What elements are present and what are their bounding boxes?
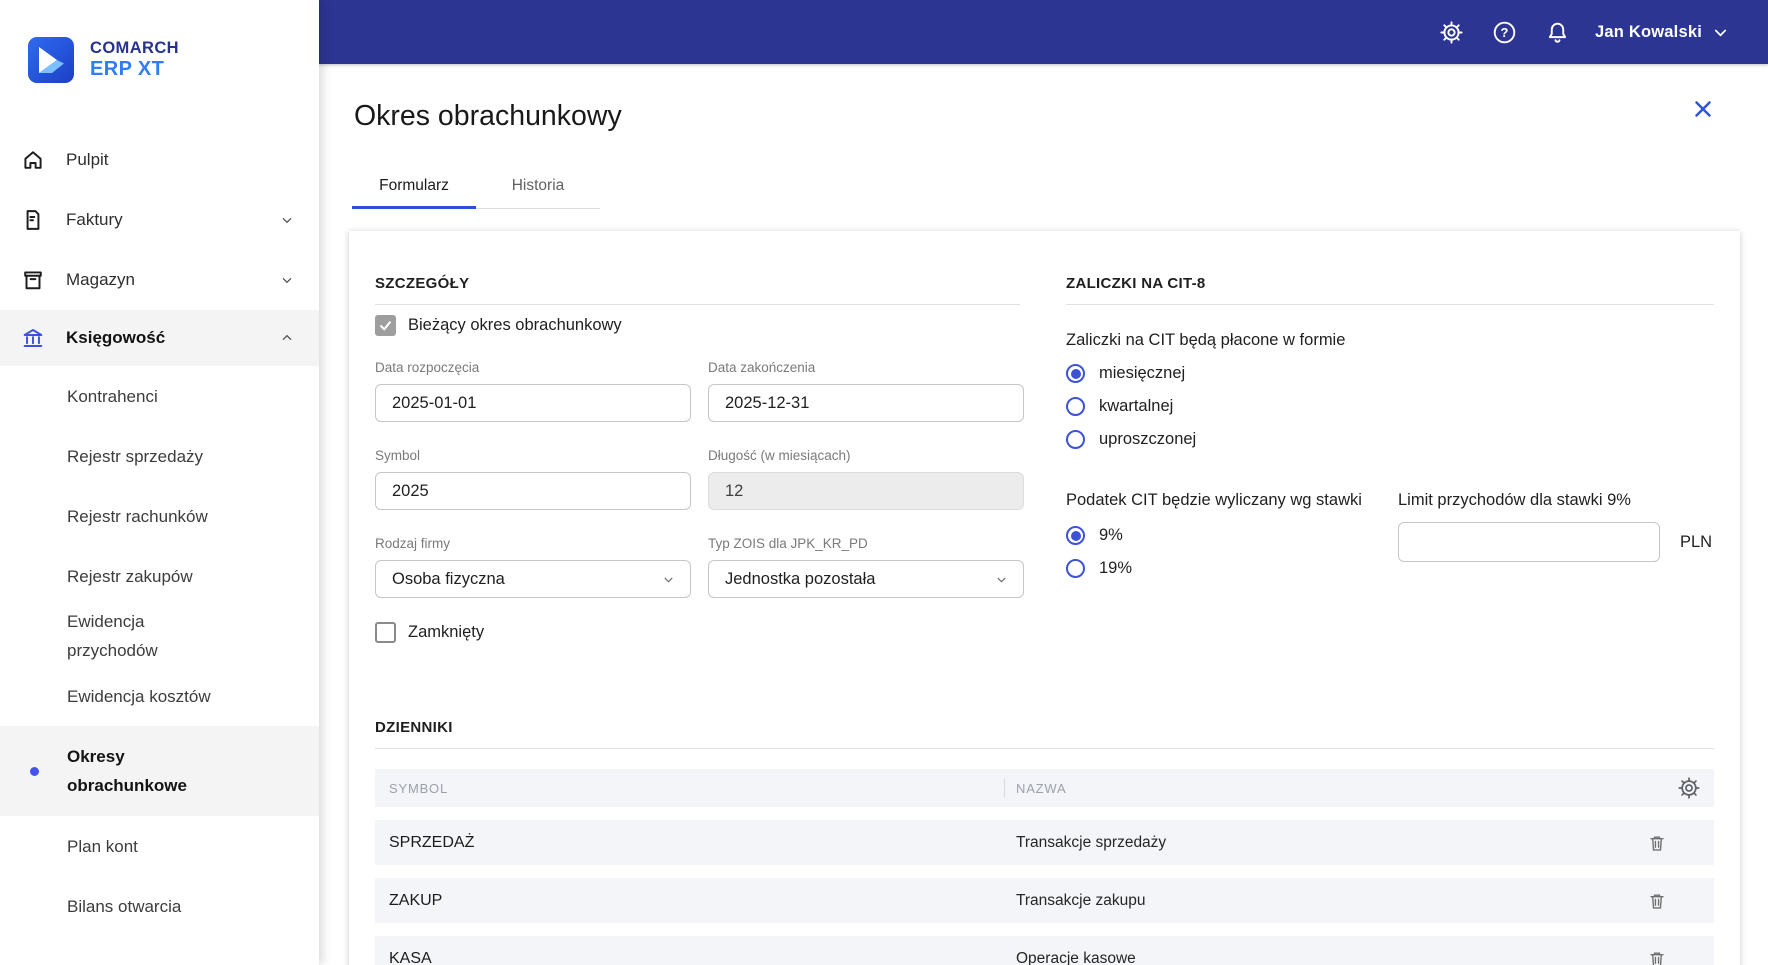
limit-label: Limit przychodów dla stawki 9% — [1398, 491, 1631, 509]
current-period-checkbox[interactable] — [375, 315, 396, 336]
length-label: Długość (w miesiącach) — [708, 448, 851, 463]
column-divider — [1004, 778, 1005, 798]
sidebar-item-label: Pulpit — [66, 150, 109, 169]
topbar: ? Jan Kowalski — [319, 0, 1768, 64]
tabstrip: Formularz Historia — [352, 168, 600, 209]
sidebar-item-rejestr-sprzedazy[interactable]: Rejestr sprzedaży — [0, 426, 319, 486]
sidebar-item-label: Magazyn — [66, 270, 135, 289]
sidebar-item-magazyn[interactable]: Magazyn — [0, 250, 319, 310]
symbol-label: Symbol — [375, 448, 421, 463]
end-date-input[interactable] — [708, 384, 1024, 422]
column-header-symbol: SYMBOL — [389, 780, 448, 796]
end-date-label: Data zakończenia — [708, 360, 816, 375]
trash-icon[interactable] — [1646, 890, 1668, 912]
company-type-label: Rodzaj firmy — [375, 536, 451, 551]
cit-payment-question: Zaliczki na CIT będą płacone w formie — [1066, 331, 1346, 349]
main-menu: Pulpit Faktury Magazyn Księgowość — [0, 130, 319, 366]
column-header-nazwa: NAZWA — [1016, 780, 1067, 796]
chevron-down-icon — [994, 572, 1009, 587]
radio-label: uproszczonej — [1099, 430, 1197, 448]
journals-section: DZIENNIKI SYMBOL NAZWA SPRZEDAŻ Transakc… — [349, 719, 1740, 965]
trash-icon[interactable] — [1646, 948, 1668, 965]
chevron-up-icon — [279, 330, 295, 346]
radio-miesiecznej[interactable] — [1066, 364, 1085, 383]
radio-kwartalnej[interactable] — [1066, 397, 1085, 416]
journals-heading: DZIENNIKI — [375, 719, 1714, 749]
invoice-icon — [20, 207, 46, 233]
zois-type-select[interactable]: Jednostka pozostała — [708, 560, 1024, 598]
radio-label: 19% — [1099, 559, 1133, 577]
sidebar-item-bilans-otwarcia[interactable]: Bilans otwarcia — [0, 876, 319, 936]
radio-label: 9% — [1099, 526, 1123, 544]
chevron-down-icon — [1711, 23, 1730, 42]
bank-icon — [20, 325, 46, 351]
details-heading: SZCZEGÓŁY — [375, 275, 1020, 305]
trash-icon[interactable] — [1646, 832, 1668, 854]
tab-historia[interactable]: Historia — [476, 168, 600, 208]
selected-item-dot — [30, 766, 39, 776]
svg-text:?: ? — [1501, 25, 1509, 40]
chevron-down-icon — [279, 212, 295, 228]
radio-label: miesięcznej — [1099, 364, 1186, 382]
length-input — [708, 472, 1024, 510]
user-name: Jan Kowalski — [1595, 22, 1702, 41]
zois-type-label: Typ ZOIS dla JPK_KR_PD — [708, 536, 868, 551]
sidebar-item-ewidencja-przychodow[interactable]: Ewidencja przychodów — [0, 606, 319, 666]
radio-label: kwartalnej — [1099, 397, 1174, 415]
sidebar-item-kontrahenci[interactable]: Kontrahenci — [0, 366, 319, 426]
table-row-kasa[interactable]: KASA Operacje kasowe — [375, 936, 1714, 965]
table-settings-gear-icon[interactable] — [1676, 775, 1702, 801]
chevron-down-icon — [279, 272, 295, 288]
sidebar-item-rejestr-zakupow[interactable]: Rejestr zakupów — [0, 546, 319, 606]
cit-rate-question: Podatek CIT będzie wyliczany wg stawki — [1066, 491, 1362, 509]
company-type-select[interactable]: Osoba fizyczna — [375, 560, 691, 598]
settings-gear-icon[interactable] — [1438, 19, 1465, 46]
comarch-logo-icon — [27, 36, 75, 84]
cit-heading: ZALICZKI NA CIT-8 — [1066, 275, 1714, 305]
form-card: SZCZEGÓŁY Bieżący okres obrachunkowy Dat… — [349, 231, 1740, 965]
start-date-input[interactable] — [375, 384, 691, 422]
sidebar-item-pulpit[interactable]: Pulpit — [0, 130, 319, 190]
closed-checkbox[interactable] — [375, 622, 396, 643]
page-title: Okres obrachunkowy — [354, 100, 622, 132]
sidebar-item-faktury[interactable]: Faktury — [0, 190, 319, 250]
warehouse-box-icon — [20, 267, 46, 293]
user-menu[interactable]: Jan Kowalski — [1595, 23, 1730, 42]
sidebar-item-ksiegowosc[interactable]: Księgowość — [0, 310, 319, 366]
tab-formularz[interactable]: Formularz — [352, 168, 476, 209]
radio-uproszczonej[interactable] — [1066, 430, 1085, 449]
sidebar-item-label: Księgowość — [66, 328, 166, 347]
table-row-sprzedaz[interactable]: SPRZEDAŻ Transakcje sprzedaży — [375, 820, 1714, 865]
sidebar-item-okresy-obrachunkowe[interactable]: Okresy obrachunkowe — [0, 726, 319, 816]
symbol-input[interactable] — [375, 472, 691, 510]
journals-table-header: SYMBOL NAZWA — [375, 769, 1714, 807]
close-icon[interactable] — [1690, 96, 1716, 122]
sidebar: COMARCH ERP XT Pulpit Faktury Magazyn Ks… — [0, 0, 319, 965]
limit-input[interactable] — [1398, 522, 1660, 562]
start-date-label: Data rozpoczęcia — [375, 360, 480, 375]
sidebar-item-rejestr-rachunkow[interactable]: Rejestr rachunków — [0, 486, 319, 546]
ksiegowosc-submenu: Kontrahenci Rejestr sprzedaży Rejestr ra… — [0, 366, 319, 936]
comarch-logo[interactable]: COMARCH ERP XT — [27, 36, 319, 84]
sidebar-item-ewidencja-kosztow[interactable]: Ewidencja kosztów — [0, 666, 319, 726]
help-icon[interactable]: ? — [1491, 19, 1518, 46]
details-section: SZCZEGÓŁY Bieżący okres obrachunkowy Dat… — [375, 275, 1024, 643]
closed-checkbox-label: Zamknięty — [408, 623, 485, 641]
currency-label: PLN — [1680, 532, 1713, 551]
brand-product: ERP XT — [90, 58, 165, 80]
home-icon — [20, 147, 46, 173]
sidebar-item-label: Faktury — [66, 210, 123, 229]
sidebar-item-plan-kont[interactable]: Plan kont — [0, 816, 319, 876]
radio-rate-9[interactable] — [1066, 526, 1085, 545]
notifications-bell-icon[interactable] — [1544, 19, 1571, 46]
current-period-checkbox-label: Bieżący okres obrachunkowy — [408, 316, 622, 334]
brand-name: COMARCH — [90, 39, 179, 57]
cit-section: ZALICZKI NA CIT-8 Zaliczki na CIT będą p… — [1066, 275, 1714, 643]
table-row-zakup[interactable]: ZAKUP Transakcje zakupu — [375, 878, 1714, 923]
chevron-down-icon — [661, 572, 676, 587]
radio-rate-19[interactable] — [1066, 559, 1085, 578]
